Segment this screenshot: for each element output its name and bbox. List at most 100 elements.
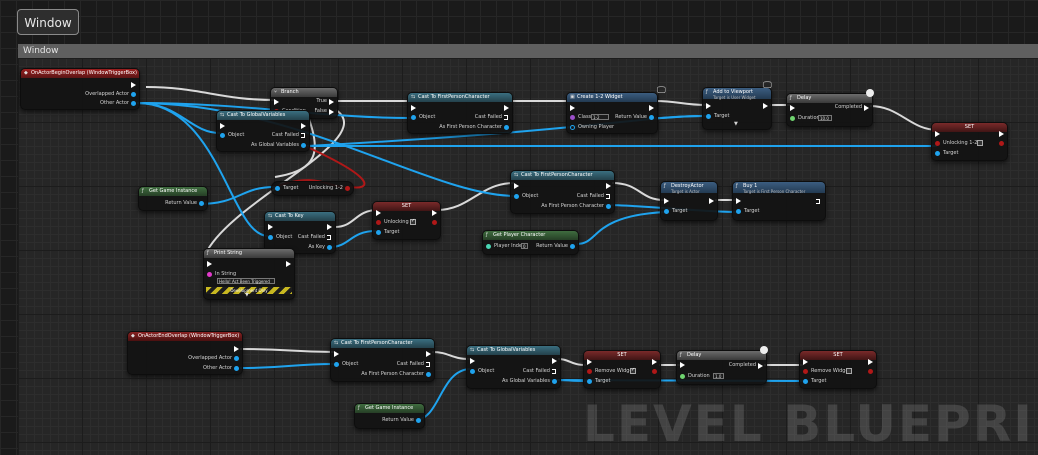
exec-out-pin[interactable] [652, 359, 657, 365]
object-pin[interactable] [552, 379, 557, 384]
exec-out-pin[interactable] [426, 362, 430, 367]
exec-out-pin[interactable] [329, 109, 334, 115]
exec-out-pin[interactable] [286, 261, 291, 267]
exec-in-pin[interactable] [680, 362, 685, 368]
exec-out-pin[interactable] [606, 183, 611, 189]
cast-node-first-person-3[interactable]: ⇆ Cast To FirstPersonCharacter Object Cas… [330, 338, 435, 382]
print-string-node[interactable]: ƒ Print String In String Hello! Act Been … [203, 248, 295, 300]
object-pin[interactable] [514, 194, 519, 199]
exec-out-pin[interactable] [327, 224, 332, 230]
bool-out-pin[interactable] [999, 141, 1004, 146]
object-pin[interactable] [199, 201, 204, 206]
object-pin[interactable] [131, 101, 136, 106]
object-pin[interactable] [327, 245, 332, 250]
exec-in-pin[interactable] [411, 105, 416, 111]
exec-out-pin[interactable] [864, 105, 869, 111]
cast-node-global-variables-2[interactable]: ⇆ Cast To GlobalVariables Object Cast Fai… [466, 345, 561, 389]
exec-in-pin[interactable] [570, 105, 575, 111]
exec-in-pin[interactable] [935, 131, 940, 137]
exec-out-pin[interactable] [301, 133, 305, 138]
expand-arrow-icon[interactable]: ▼ [734, 121, 738, 127]
object-pin[interactable] [416, 418, 421, 423]
window-title-bar[interactable]: Window [18, 44, 1038, 58]
exec-out-pin[interactable] [432, 210, 437, 216]
exec-in-pin[interactable] [664, 198, 669, 204]
exec-out-pin[interactable] [816, 199, 820, 204]
remove-widget-checkbox[interactable] [630, 367, 636, 374]
exec-out-pin[interactable] [709, 198, 714, 204]
set-node-unlocking[interactable]: SET Unlocking Target [372, 201, 441, 240]
duration-input[interactable]: 10.0 [818, 115, 832, 121]
destroy-actor-node[interactable]: ƒ DestroyActor Target is Actor Target [660, 181, 718, 221]
expand-arrow-icon[interactable]: ▼ [245, 292, 249, 298]
bool-out-pin[interactable] [652, 369, 657, 374]
getter-node-unlocking[interactable]: Target Unlocking 1-2 [271, 181, 354, 196]
event-node-begin-overlap[interactable]: ◆ OnActorBeginOverlap (WindowTriggerBox) … [20, 68, 140, 110]
get-player-character-node[interactable]: ƒ Get Player Character Player Index 0 Ret… [482, 230, 579, 255]
remove-widget-checkbox[interactable] [846, 368, 852, 374]
object-pin[interactable] [706, 114, 711, 119]
exec-in-pin[interactable] [587, 359, 592, 365]
buy-node[interactable]: ƒ Buy 1 Target is First Person Character T… [732, 181, 826, 221]
window-tab[interactable]: Window [17, 9, 79, 35]
exec-out-pin[interactable] [131, 82, 136, 88]
exec-in-pin[interactable] [376, 210, 381, 216]
exec-in-pin[interactable] [514, 183, 519, 189]
exec-out-pin[interactable] [504, 105, 509, 111]
object-pin[interactable] [803, 379, 808, 384]
exec-out-pin[interactable] [763, 103, 768, 109]
class-pin[interactable] [570, 115, 575, 120]
event-node-end-overlap[interactable]: ◆ OnActorEndOverlap (WindowTriggerBox) Ov… [127, 331, 243, 375]
bool-pin[interactable] [345, 186, 350, 191]
bool-pin[interactable] [587, 369, 592, 374]
exec-out-pin[interactable] [329, 99, 334, 105]
float-pin[interactable] [790, 116, 795, 121]
exec-in-pin[interactable] [207, 261, 212, 267]
add-to-viewport-node[interactable]: ƒ Add to Viewport Target is User Widget Ta… [702, 87, 772, 130]
exec-in-pin[interactable] [268, 224, 273, 230]
exec-in-pin[interactable] [803, 359, 808, 365]
object-pin[interactable] [275, 186, 280, 191]
object-pin[interactable] [649, 115, 654, 120]
exec-out-pin[interactable] [301, 123, 306, 129]
set-node-remove-widget-1[interactable]: SET Remove Widget Target [583, 350, 661, 389]
exec-in-pin[interactable] [334, 351, 339, 357]
create-widget-node[interactable]: ▣ Create 1-2 Widget Class 1-2 Return Valu… [566, 92, 658, 134]
object-pin[interactable] [411, 115, 416, 120]
exec-in-pin[interactable] [706, 103, 711, 109]
exec-out-pin[interactable] [649, 105, 654, 111]
int-pin[interactable] [486, 244, 491, 249]
cast-node-first-person-2[interactable]: ⇆ Cast To FirstPersonCharacter Object Cas… [510, 170, 615, 214]
set-node-unlocking-1-2[interactable]: SET Unlocking 1-2 Target [931, 122, 1008, 161]
object-pin[interactable] [234, 366, 239, 371]
player-index-input[interactable]: 0 [521, 243, 528, 249]
cast-node-global-variables[interactable]: ⇆ Cast To GlobalVariables Object Cast Fai… [216, 110, 310, 152]
bool-pin[interactable] [935, 141, 940, 146]
exec-out-pin[interactable] [999, 131, 1004, 137]
object-pin[interactable] [935, 151, 940, 156]
object-pin[interactable] [234, 356, 239, 361]
exec-out-pin[interactable] [552, 369, 556, 374]
delay-node-2[interactable]: ƒ Delay Completed Duration 1.0 [676, 350, 767, 385]
object-pin[interactable] [426, 372, 431, 377]
bool-out-pin[interactable] [868, 369, 873, 374]
exec-out-pin[interactable] [552, 358, 557, 364]
object-pin[interactable] [470, 369, 475, 374]
object-pin[interactable] [504, 125, 509, 130]
object-pin[interactable] [301, 143, 306, 148]
object-pin[interactable] [376, 230, 381, 235]
bool-pin[interactable] [376, 220, 381, 225]
string-pin[interactable] [207, 272, 212, 277]
exec-in-pin[interactable] [790, 105, 795, 111]
object-pin[interactable] [587, 379, 592, 384]
exec-out-pin[interactable] [758, 363, 763, 369]
exec-out-pin[interactable] [868, 359, 873, 365]
duration-input[interactable]: 1.0 [713, 373, 724, 379]
float-pin[interactable] [680, 374, 685, 379]
object-pin[interactable] [334, 362, 339, 367]
exec-out-pin[interactable] [606, 194, 610, 199]
get-game-instance-node-2[interactable]: ƒ Get Game Instance Return Value [354, 403, 425, 429]
class-select[interactable]: 1-2 [591, 114, 609, 120]
bool-out-pin[interactable] [432, 220, 437, 225]
object-pin[interactable] [664, 209, 669, 214]
